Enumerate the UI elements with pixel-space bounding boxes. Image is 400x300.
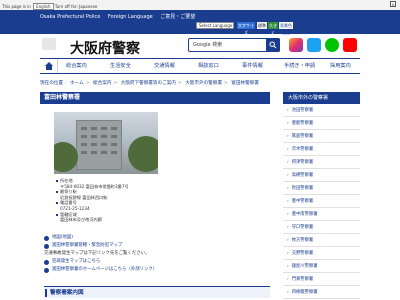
breadcrumb: 現在の位置: ホーム > 総合案内 > 大阪府下警察署等のご案内 > 大阪市外の警察署… xyxy=(40,81,259,86)
site-title[interactable]: 大阪府警察 xyxy=(70,38,140,58)
arrow-circle-icon xyxy=(44,243,49,249)
nav-item-safety[interactable]: 生活安全 xyxy=(110,62,131,69)
turn-off-link[interactable]: Turn off for: Japanese xyxy=(55,4,97,9)
breadcrumb-home[interactable]: ホーム xyxy=(70,81,84,86)
sidebar: 大阪市外の警察署 池田警察署 豊能警察署 箕面警察署 茨木警察署 摂津警察署 高… xyxy=(283,92,360,300)
search-box[interactable]: Google 検索 xyxy=(188,38,280,52)
font-size-button[interactable]: 文字サイズ xyxy=(237,22,255,35)
home-icon xyxy=(45,62,53,70)
breadcrumb-general[interactable]: 総合案内 xyxy=(93,81,111,86)
site-header: Osaka Prefectural Police Foreign Languag… xyxy=(0,10,400,35)
translate-prefix: This page is in xyxy=(2,4,31,9)
search-button[interactable] xyxy=(266,38,280,52)
foreign-language-link[interactable]: Foreign Language xyxy=(108,14,153,20)
sidebar-item[interactable]: 摂津警察署 xyxy=(283,156,360,169)
breadcrumb-current: 富田林警察署 xyxy=(231,81,259,86)
search-icon xyxy=(269,41,277,49)
sidebar-item[interactable]: 箕面警察署 xyxy=(283,130,360,143)
nav-item-traffic[interactable]: 交通情報 xyxy=(154,62,175,69)
feedback-link[interactable]: ご意見・ご要望 xyxy=(160,14,195,20)
info-area: 富田林市及び南河内郡 xyxy=(60,217,102,223)
font-standard-button[interactable]: 標準 xyxy=(257,22,267,29)
sidebar-item[interactable]: 高槻警察署 xyxy=(283,169,360,182)
nav-item-procedures[interactable]: 手続き・申請 xyxy=(284,62,315,69)
sidebar-item[interactable]: 吹田警察署 xyxy=(283,182,360,195)
link-crime-occurrence[interactable]: 犯罪発生マップはこちら xyxy=(44,258,157,266)
arrow-circle-icon xyxy=(44,267,49,273)
breadcrumb-outside-city[interactable]: 大阪市外の警察署 xyxy=(185,81,222,86)
nav-item-consult[interactable]: 相談窓口 xyxy=(198,62,219,69)
background-color-button[interactable]: 背景色変更 xyxy=(279,22,293,35)
translate-message: This page is in English Turn off for: Ja… xyxy=(2,3,97,10)
sidebar-item[interactable]: 四條畷警察署 xyxy=(283,286,360,299)
traffic-map-note: 交通事故発生マップは下記リンク先をご覧ください。 xyxy=(44,251,150,256)
header-links: Osaka Prefectural Police Foreign Languag… xyxy=(40,13,201,20)
building-shape xyxy=(76,120,122,170)
breadcrumb-stations[interactable]: 大阪府下警察署等のご案内 xyxy=(121,81,176,86)
police-name: Osaka Prefectural Police xyxy=(40,14,101,20)
section-heading-guide-map: 警察署案内図 xyxy=(44,286,270,298)
sidebar-item[interactable]: 豊能警察署 xyxy=(283,117,360,130)
nav-item-recruit[interactable]: 採用案内 xyxy=(330,62,351,69)
station-info: 所在地 〒584-0032 富田林市常盤町3番7号 最寄り駅 近鉄長野線 富田林… xyxy=(56,178,129,223)
home-button[interactable] xyxy=(40,59,58,73)
translate-bar: This page is in English Turn off for: Ja… xyxy=(0,0,400,10)
sidebar-item[interactable]: 交野警察署 xyxy=(283,247,360,260)
youtube-icon[interactable] xyxy=(343,38,357,52)
sidebar-item[interactable]: 枚方警察署 xyxy=(283,234,360,247)
station-links: 地図(地図) 富田林警察署管轄・緊急防犯マップ 交通事故発生マップは下記リンク先… xyxy=(44,234,157,274)
sidebar-item[interactable]: 豊中南警察署 xyxy=(283,208,360,221)
global-nav: 総合案内 生活安全 交通情報 相談窓口 事件情報 手続き・申請 採用案内 xyxy=(40,58,360,74)
font-large-button[interactable]: 大きく xyxy=(268,22,278,35)
arrow-circle-icon xyxy=(44,235,49,241)
sidebar-item[interactable]: 茨木警察署 xyxy=(283,143,360,156)
sidebar-item[interactable]: 守口警察署 xyxy=(283,221,360,234)
instagram-icon[interactable] xyxy=(289,38,303,52)
station-photo xyxy=(54,112,158,174)
breadcrumb-label: 現在の位置 xyxy=(40,81,63,86)
line-icon[interactable] xyxy=(325,38,339,52)
sidebar-item[interactable]: 門真警察署 xyxy=(283,273,360,286)
link-map[interactable]: 地図(地図) xyxy=(44,234,157,242)
search-input[interactable]: Google 検索 xyxy=(193,41,222,48)
sidebar-heading: 大阪市外の警察署 xyxy=(283,92,360,104)
sidebar-item[interactable]: 寝屋川警察署 xyxy=(283,260,360,273)
language-select[interactable]: English xyxy=(33,3,54,10)
nav-item-general[interactable]: 総合案内 xyxy=(66,62,87,69)
page-title: 富田林警察署 xyxy=(40,92,270,104)
police-logo-icon[interactable] xyxy=(42,38,56,50)
link-crime-map[interactable]: 富田林警察署管轄・緊急防犯マップ xyxy=(44,242,157,250)
arrow-circle-icon xyxy=(44,259,49,265)
twitter-icon[interactable] xyxy=(307,38,321,52)
sidebar-item[interactable]: 豊中警察署 xyxy=(283,195,360,208)
select-language-dropdown[interactable]: Select Language xyxy=(196,22,234,29)
sidebar-item[interactable]: 池田警察署 xyxy=(283,104,360,117)
link-station-homepage[interactable]: 富田林警察署のホームページはこちら（外部リンク） xyxy=(44,266,157,274)
close-icon[interactable]: × xyxy=(390,1,396,7)
nav-item-incidents[interactable]: 事件情報 xyxy=(242,62,263,69)
